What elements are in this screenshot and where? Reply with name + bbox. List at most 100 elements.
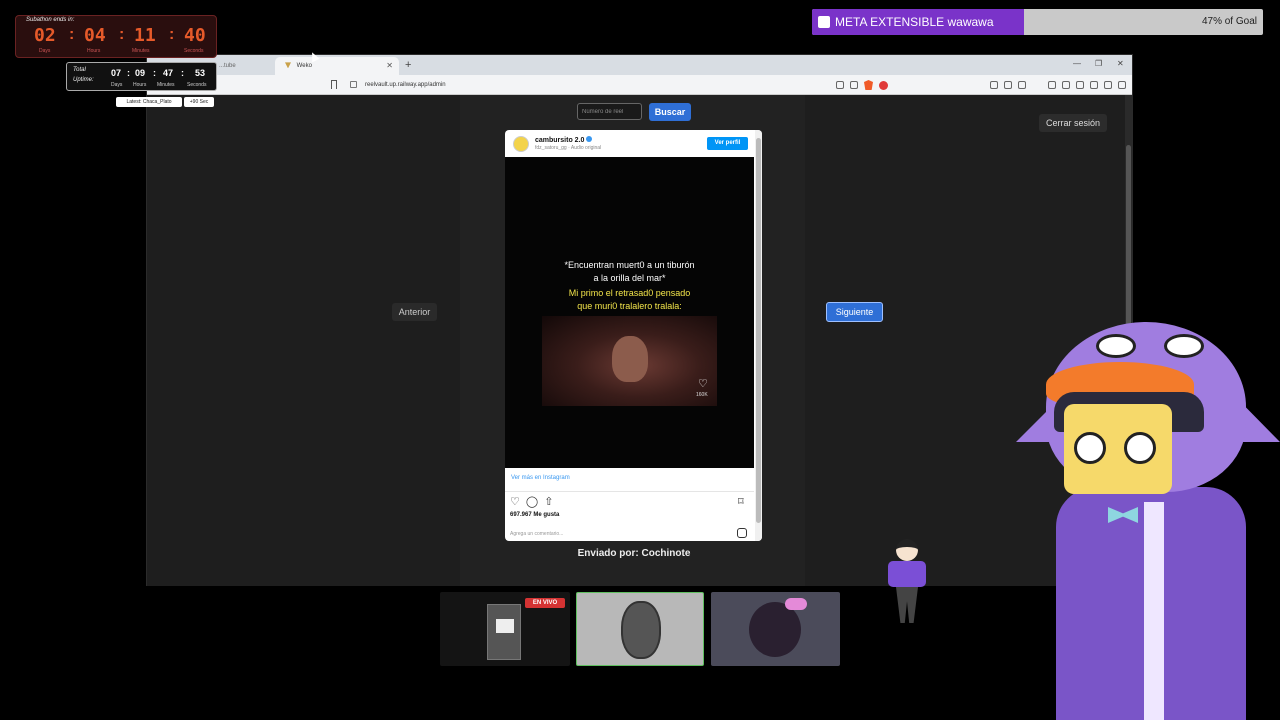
embed-scrollbar[interactable] bbox=[755, 130, 762, 541]
uptime-seconds: 53 bbox=[195, 68, 206, 78]
vtuber-avatar bbox=[1016, 322, 1280, 720]
avatar-eye bbox=[1124, 432, 1156, 464]
brave-shield-icon[interactable] bbox=[864, 80, 873, 90]
logout-button[interactable]: Cerrar sesión bbox=[1039, 114, 1107, 132]
next-button[interactable]: Siguiente bbox=[826, 302, 883, 322]
timer-colon: : bbox=[119, 26, 125, 43]
monitor-icon bbox=[496, 619, 514, 633]
scrollbar-thumb[interactable] bbox=[756, 138, 761, 523]
unit-label: Minutes bbox=[132, 48, 150, 54]
browser-window: ...tube Weko ✕ + — ❐ ✕ reelvault.up.rail… bbox=[146, 54, 1133, 586]
screenshot-icon[interactable] bbox=[1018, 81, 1026, 89]
uptime-minutes: 47 bbox=[163, 68, 174, 78]
tab-active[interactable]: Weko ✕ bbox=[275, 57, 399, 75]
caption-line: Mi primo el retrasad0 pensado bbox=[568, 288, 691, 298]
instagram-embed: cambursito 2.0 fdz_satoru_gg · Audio ori… bbox=[505, 130, 762, 541]
verified-icon bbox=[586, 136, 593, 142]
sidebar-icon[interactable] bbox=[1062, 81, 1070, 89]
pin-icon[interactable] bbox=[990, 81, 998, 89]
uptime-hours: 09 bbox=[135, 68, 146, 78]
previous-button[interactable]: Anterior bbox=[392, 303, 437, 321]
close-window-icon[interactable]: ✕ bbox=[1117, 59, 1124, 68]
caption-line: a la orilla del mar* bbox=[593, 273, 666, 283]
unit-label: Minutes bbox=[157, 82, 175, 88]
share-icon[interactable]: ⇧ bbox=[544, 496, 553, 508]
tab-inactive[interactable]: ...tube bbox=[209, 57, 269, 75]
stream-stage: ...tube Weko ✕ + — ❐ ✕ reelvault.up.rail… bbox=[0, 0, 1280, 720]
overlay-like-count: 160K bbox=[696, 392, 708, 398]
reel-video[interactable]: *Encuentran muert0 a un tiburón a la ori… bbox=[505, 157, 754, 468]
uptime-label: Uptime: bbox=[73, 77, 94, 83]
chibi-character-image bbox=[749, 602, 801, 657]
site-info-icon[interactable] bbox=[350, 81, 357, 88]
goal-bar: META EXTENSIBLE wawawa 47% of Goal bbox=[812, 9, 1263, 35]
share-icon[interactable] bbox=[850, 81, 858, 89]
heart-icon[interactable]: ♡ bbox=[698, 377, 708, 390]
unit-label: Days bbox=[39, 48, 51, 54]
avatar[interactable] bbox=[513, 136, 529, 152]
save-icon[interactable]: ⌑ bbox=[738, 495, 744, 508]
url-field[interactable]: reelvault.up.railway.app/admin bbox=[365, 75, 446, 95]
maximize-icon[interactable]: ❐ bbox=[1095, 59, 1102, 68]
page-viewport: Buscar Cerrar sesión Anterior Siguiente … bbox=[147, 95, 1127, 586]
menu-icon[interactable] bbox=[1118, 81, 1126, 89]
subathon-timer: Subathon ends in: 02 : 04 : 11 : 40 Days… bbox=[15, 15, 217, 58]
search-button[interactable]: Buscar bbox=[649, 103, 691, 121]
reel-number-input[interactable] bbox=[577, 103, 642, 120]
view-profile-button[interactable]: Ver perfil bbox=[707, 137, 748, 150]
leo-icon[interactable] bbox=[1090, 81, 1098, 89]
avatar-zipper bbox=[1144, 502, 1164, 720]
extension-icon[interactable] bbox=[1004, 81, 1012, 89]
like-count: 697.967 Me gusta bbox=[510, 512, 560, 518]
instagram-logo-icon[interactable] bbox=[737, 528, 747, 538]
goal-percent: 47% of Goal bbox=[1201, 16, 1257, 27]
close-tab-icon[interactable]: ✕ bbox=[386, 57, 393, 75]
new-tab-button[interactable]: + bbox=[405, 58, 411, 72]
see-more-link[interactable]: Ver más en Instagram bbox=[511, 475, 570, 481]
submitter-label: Enviado por: Cochinote bbox=[577, 548, 691, 559]
ig-subline: fdz_satoru_gg · Audio original bbox=[535, 145, 602, 151]
character-head bbox=[896, 539, 918, 561]
uptime-colon: : bbox=[153, 68, 156, 78]
tab-title: Weko bbox=[296, 63, 312, 69]
post-actions: ♡ ◯ ⇧ bbox=[510, 495, 559, 508]
comment-icon[interactable]: ◯ bbox=[526, 496, 538, 508]
vpn-icon[interactable] bbox=[1104, 81, 1112, 89]
cam-thumbnail bbox=[576, 592, 704, 666]
minimize-icon[interactable]: — bbox=[1073, 59, 1081, 68]
bookmark-icon[interactable] bbox=[331, 80, 337, 89]
character-legs bbox=[896, 587, 918, 623]
bald-head-image bbox=[621, 601, 661, 659]
pink-bow-image bbox=[785, 598, 807, 610]
timer-minutes: 11 bbox=[134, 25, 156, 46]
timer-hours: 04 bbox=[84, 25, 106, 46]
rewards-icon[interactable] bbox=[879, 80, 888, 90]
unit-label: Hours bbox=[87, 48, 101, 54]
like-icon[interactable]: ♡ bbox=[510, 496, 520, 508]
unit-label: Seconds bbox=[184, 48, 204, 54]
avatar-eye bbox=[1074, 432, 1106, 464]
uptime-label: Total bbox=[73, 67, 86, 73]
translate-icon[interactable] bbox=[836, 81, 844, 89]
time-bonus-badge: +90 Sec bbox=[184, 97, 214, 107]
uptime-colon: : bbox=[127, 68, 130, 78]
timer-colon: : bbox=[69, 26, 75, 43]
tab-bar: ...tube Weko ✕ + — ❐ ✕ bbox=[147, 55, 1132, 75]
comment-input[interactable]: Agrega un comentario... bbox=[510, 531, 563, 537]
site-favicon-icon bbox=[285, 62, 291, 69]
wallet-icon[interactable] bbox=[1076, 81, 1084, 89]
uptime-counter: Total Uptime: 07 : 09 : 47 : 53 Days Hou… bbox=[66, 62, 217, 91]
uptime-colon: : bbox=[181, 68, 184, 78]
stream-thumbnail: EN VIVO bbox=[440, 592, 570, 666]
caption-line: *Encuentran muert0 a un tiburón bbox=[564, 260, 695, 270]
caption-line: que muri0 tralalero tralala: bbox=[577, 301, 682, 311]
unit-label: Seconds bbox=[187, 82, 207, 88]
ig-username-text: cambursito 2.0 bbox=[535, 137, 585, 144]
mini-screen-image bbox=[487, 604, 521, 660]
tab-title: ...tube bbox=[219, 63, 236, 69]
media-icon[interactable] bbox=[1048, 81, 1056, 89]
timer-colon: : bbox=[169, 26, 175, 43]
ig-username[interactable]: cambursito 2.0 bbox=[535, 136, 593, 144]
goal-label: META EXTENSIBLE wawawa bbox=[835, 15, 994, 29]
scrollbar-thumb[interactable] bbox=[1126, 145, 1131, 325]
